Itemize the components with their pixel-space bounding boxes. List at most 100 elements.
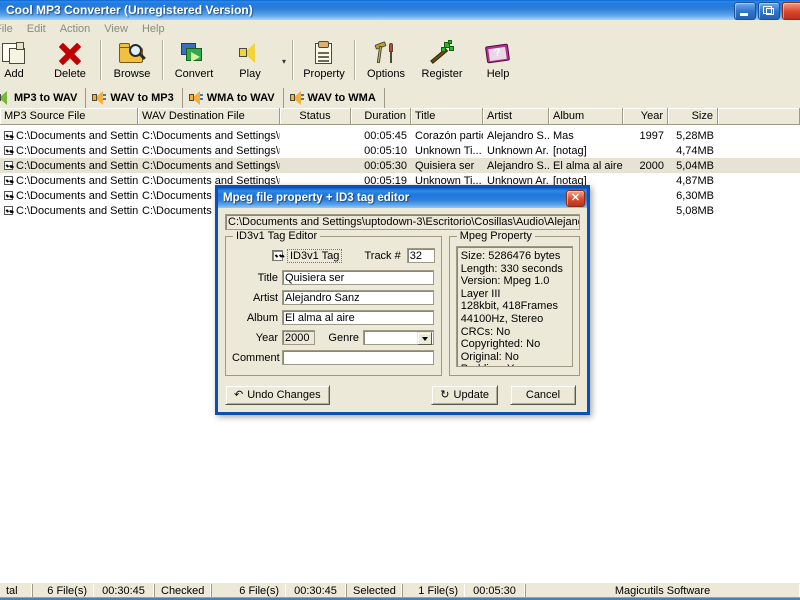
menu-action[interactable]: Action [53,21,98,38]
genre-label: Genre [315,332,359,344]
window-title: Cool MP3 Converter (Unregistered Version… [6,3,253,17]
status-checked-time: 00:30:45 [286,584,346,598]
artist-label: Artist [232,292,278,304]
dialog-title: Mpeg file property + ID3 tag editor [223,192,409,204]
toolbar-button-delete[interactable]: Delete [42,38,98,84]
row-checkbox[interactable] [4,191,13,200]
mp3-to-wav-icon [0,92,10,105]
cell-title: Corazón partio [411,130,483,142]
toolbar-button-register[interactable]: Register [414,38,470,84]
file-path-field[interactable]: C:\Documents and Settings\uptodown-3\Esc… [225,214,580,230]
tab-wma-to-wav[interactable]: WMA to WAV [183,88,284,108]
property-clipboard-icon [309,40,339,67]
menu-view[interactable]: View [97,21,135,38]
dialog-body: C:\Documents and Settings\uptodown-3\Esc… [218,208,587,405]
mpeg-property-readout: Size: 5286476 bytes Length: 330 seconds … [456,246,573,367]
cell-source: C:\Documents and Settings\up... [16,175,138,187]
add-file-icon [0,40,29,67]
column-header-title[interactable]: Title [411,108,483,125]
cell-album: [notag] [549,145,623,157]
toolbar-button-play[interactable]: Play [222,38,278,84]
browse-folder-magnifier-icon [117,40,147,67]
album-input[interactable]: El alma al aire [282,310,434,325]
id3v1-tag-checkbox[interactable] [272,250,283,261]
column-header-artist[interactable]: Artist [483,108,549,125]
cell-title: Unknown Ti... [411,145,483,157]
table-row[interactable]: C:\Documents and Settings\up... C:\Docum… [0,128,800,143]
toolbar-button-convert[interactable]: Convert [166,38,222,84]
status-checked-label: Checked [154,584,211,598]
mpeg-line-original: Original: No [461,351,568,364]
row-checkbox[interactable] [4,131,13,140]
dialog-close-icon[interactable]: ✕ [566,190,585,207]
toolbar-button-help[interactable]: ? Help [470,38,526,84]
register-wand-icon [427,40,457,67]
column-header-source[interactable]: MP3 Source File [0,108,138,125]
toolbar-button-browse[interactable]: Browse [104,38,160,84]
cell-artist: Alejandro S... [483,160,549,172]
mpeg-line-bitrate: 128kbit, 418Frames [461,300,568,313]
year-label: Year [232,332,278,344]
tab-wav-to-mp3[interactable]: WAV to MP3 [86,88,182,108]
menu-edit[interactable]: Edit [20,21,53,38]
table-row[interactable]: C:\Documents and Settings\up... C:\Docum… [0,143,800,158]
row-checkbox[interactable] [4,146,13,155]
column-header-size[interactable]: Size [668,108,718,125]
cell-size: 6,30MB [668,190,718,202]
close-button[interactable] [782,2,800,20]
toolbar-button-options[interactable]: Options [358,38,414,84]
update-label: Update [454,389,489,401]
cell-destination: C:\Documents and Settings\upto... [138,145,280,157]
toolbar-button-add[interactable]: Add [0,38,42,84]
toolbar-label-property: Property [303,68,345,80]
menubar: File Edit Action View Help [0,20,800,38]
cell-source: C:\Documents and Settings\up... [16,205,138,217]
column-header-year[interactable]: Year [623,108,668,125]
track-input[interactable]: 32 [407,248,435,263]
title-label: Title [232,272,278,284]
undo-changes-button[interactable]: ↶ Undo Changes [225,385,330,405]
wav-to-mp3-icon [92,92,106,105]
toolbar-label-register: Register [422,68,463,80]
column-header-status[interactable]: Status [280,108,351,125]
status-checked-files: 6 File(s) [211,584,286,598]
minimize-button[interactable] [734,2,756,20]
tab-label-wma-to-wav: WMA to WAV [207,92,275,104]
restore-button[interactable] [758,2,780,20]
cell-year: 2000 [623,160,668,172]
column-header-duration[interactable]: Duration [351,108,411,125]
title-row: Title Quisiera ser [232,270,435,285]
tab-wav-to-wma[interactable]: WAV to WMA [284,88,385,108]
toolbar-separator [100,40,102,80]
cell-size: 5,28MB [668,130,718,142]
row-checkbox[interactable] [4,161,13,170]
toolbar-button-property[interactable]: Property [296,38,352,84]
comment-input[interactable] [282,350,434,365]
tab-label-wav-to-wma: WAV to WMA [308,92,376,104]
column-header-destination[interactable]: WAV Destination File [138,108,280,125]
cell-size: 5,08MB [668,205,718,217]
menu-help[interactable]: Help [135,21,172,38]
update-button[interactable]: ↻ Update [431,385,498,405]
tab-mp3-to-wav[interactable]: MP3 to WAV [0,88,86,108]
mpeg-line-crcs: CRCs: No [461,326,568,339]
genre-select[interactable] [363,330,434,345]
cancel-button[interactable]: Cancel [510,385,576,405]
play-speaker-icon [235,40,265,67]
table-row[interactable]: C:\Documents and Settings\up... C:\Docum… [0,158,800,173]
chevron-down-icon[interactable] [417,332,432,345]
window-controls [734,2,800,20]
row-checkbox[interactable] [4,206,13,215]
dialog-titlebar: Mpeg file property + ID3 tag editor ✕ [218,188,587,208]
title-input[interactable]: Quisiera ser [282,270,434,285]
cell-source: C:\Documents and Settings\up... [16,145,138,157]
year-input[interactable]: 2000 [282,330,315,345]
comment-label: Comment [232,352,278,364]
album-row: Album El alma al aire [232,310,435,325]
play-dropdown-caret-icon[interactable]: ▾ [278,38,290,84]
column-header-filler [718,108,800,125]
menu-file[interactable]: File [0,21,20,38]
column-header-album[interactable]: Album [549,108,623,125]
artist-input[interactable]: Alejandro Sanz [282,290,434,305]
row-checkbox[interactable] [4,176,13,185]
